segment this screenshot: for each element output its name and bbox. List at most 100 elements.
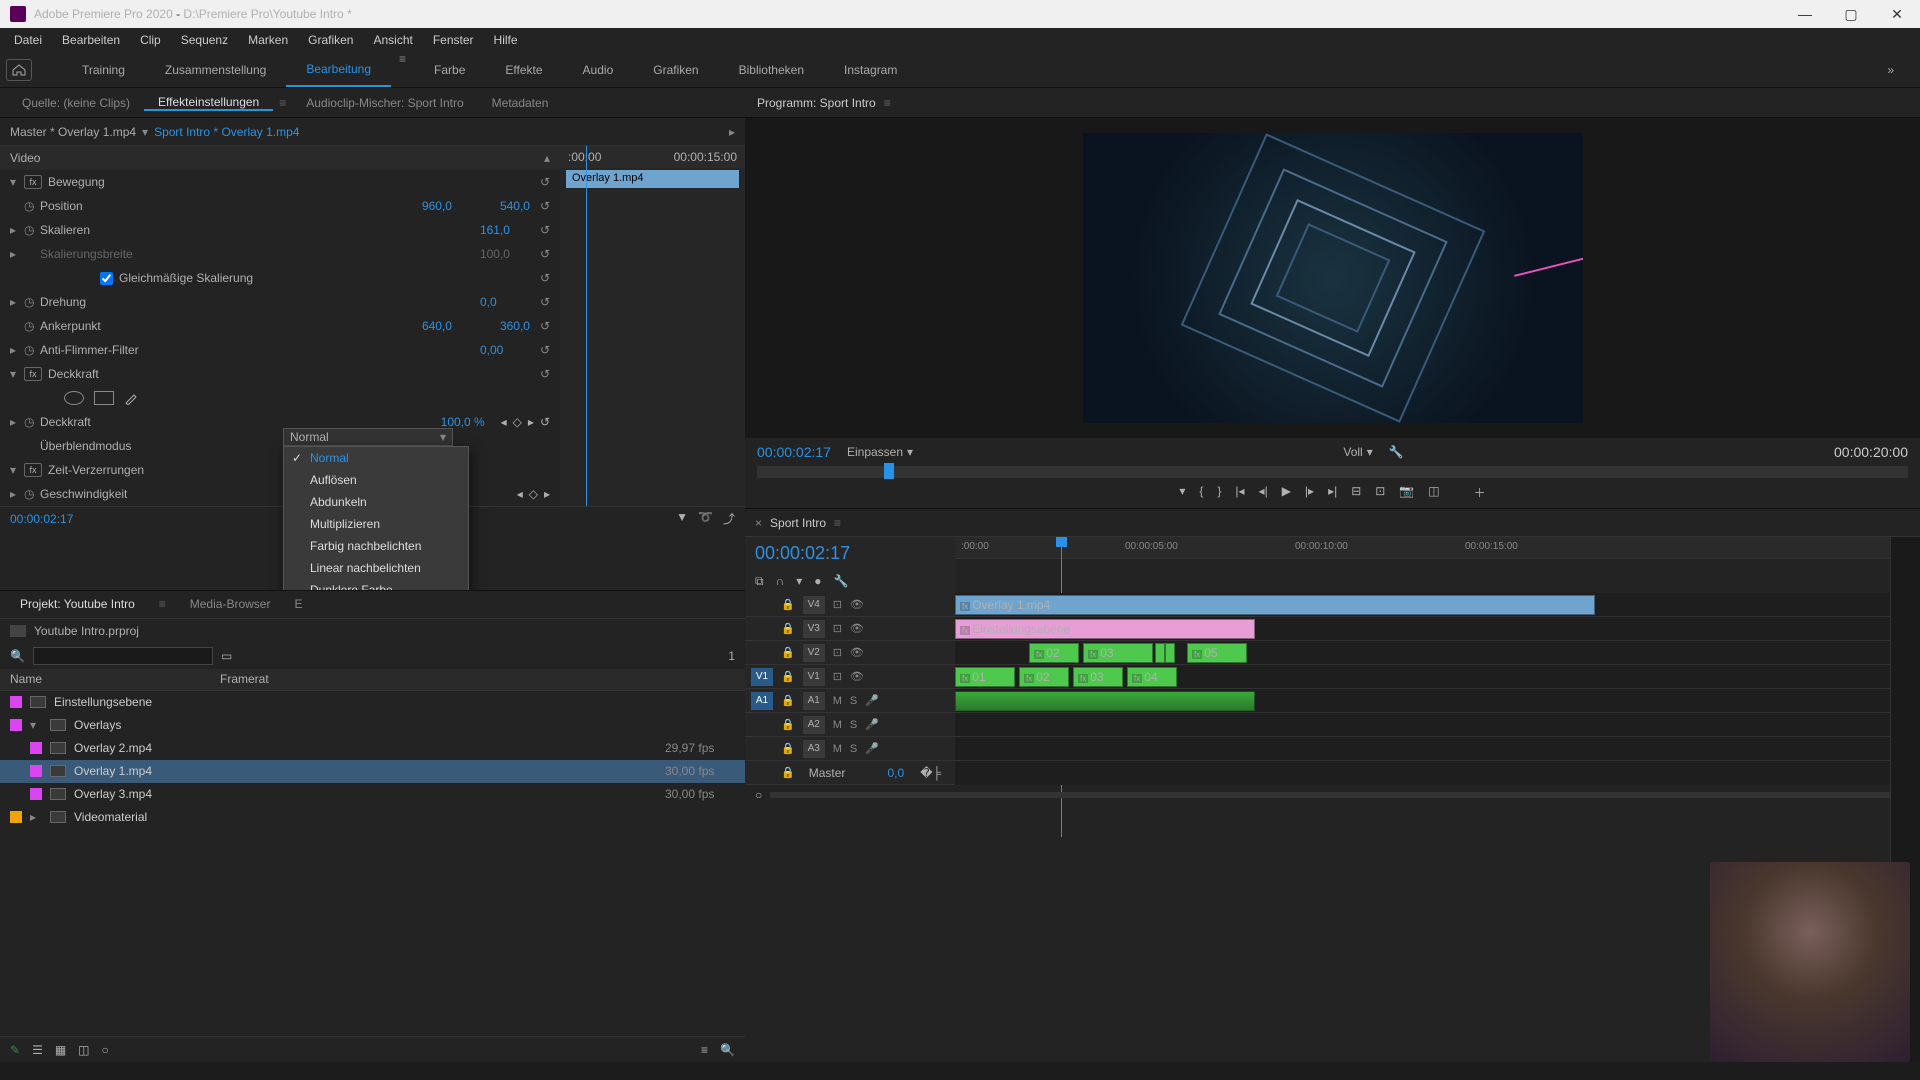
timeline-clip[interactable]: fx01: [955, 667, 1015, 687]
track-V3[interactable]: fxEinstellungsebene: [955, 617, 1920, 641]
menu-bearbeiten[interactable]: Bearbeiten: [52, 33, 130, 47]
timeline-clip[interactable]: fxEinstellungsebene: [955, 619, 1255, 639]
program-playhead[interactable]: [884, 463, 894, 479]
project-item[interactable]: ▾Overlays: [0, 714, 745, 737]
settings-icon[interactable]: ●: [814, 574, 821, 589]
lock-icon[interactable]: 🔒: [781, 694, 795, 707]
ellipse-mask-button[interactable]: [64, 391, 84, 405]
timeline-zoom-slider[interactable]: [770, 792, 1895, 798]
workspace-tab-bearbeitung[interactable]: Bearbeitung: [286, 52, 391, 87]
blend-mode-dropdown[interactable]: NormalAuflösenAbdunkelnMultiplizierenFar…: [283, 446, 469, 590]
snap-icon[interactable]: ⧉: [755, 574, 764, 589]
timeline-clip[interactable]: [1155, 643, 1165, 663]
project-search-input[interactable]: [33, 647, 213, 665]
filter-icon[interactable]: ▼: [676, 510, 688, 527]
project-item[interactable]: Einstellungsebene: [0, 691, 745, 714]
timeline-timecode[interactable]: 00:00:02:17: [745, 537, 955, 570]
master-clip-label[interactable]: Master * Overlay 1.mp4: [10, 125, 136, 139]
voice-over-icon[interactable]: 🎤: [865, 694, 879, 707]
next-keyframe-icon[interactable]: ▸: [528, 415, 534, 429]
blend-option[interactable]: Dunklere Farbe: [284, 579, 468, 590]
project-tab[interactable]: E: [282, 597, 314, 611]
sort-icon[interactable]: ≡: [701, 1043, 708, 1057]
comparison-view-button[interactable]: ◫: [1428, 484, 1439, 501]
source-patch[interactable]: A1: [751, 692, 773, 710]
workspace-tab-effekte[interactable]: Effekte: [485, 52, 562, 87]
step-forward-button[interactable]: |▸: [1305, 484, 1314, 501]
workspace-tab-bibliotheken[interactable]: Bibliotheken: [719, 52, 824, 87]
stopwatch-icon[interactable]: ◷: [24, 295, 40, 309]
timeline-ruler[interactable]: :00:0000:00:05:0000:00:10:0000:00:15:00: [955, 537, 1920, 559]
track-A1[interactable]: [955, 689, 1920, 713]
wrench-icon[interactable]: 🔧: [833, 574, 848, 589]
track-V2[interactable]: fx02fx03fx05: [955, 641, 1920, 665]
source-patch[interactable]: V1: [751, 668, 773, 686]
workspace-overflow-button[interactable]: »: [1867, 63, 1914, 77]
workspace-tab-grafiken[interactable]: Grafiken: [633, 52, 718, 87]
icon-view-icon[interactable]: ▦: [55, 1043, 66, 1057]
add-marker-button[interactable]: ▾: [1179, 484, 1185, 501]
solo-button[interactable]: S: [850, 743, 857, 755]
solo-button[interactable]: S: [850, 695, 857, 707]
master-value[interactable]: 0,0: [888, 766, 905, 780]
lock-icon[interactable]: 🔒: [781, 598, 795, 611]
menu-datei[interactable]: Datei: [4, 33, 52, 47]
lift-button[interactable]: ⊟: [1351, 484, 1361, 501]
timeline-clip[interactable]: [955, 691, 1255, 711]
go-to-in-button[interactable]: |◂: [1235, 484, 1244, 501]
project-tab[interactable]: Media-Browser: [178, 597, 283, 611]
reset-icon[interactable]: ↺: [540, 223, 550, 237]
efc-clip-bar[interactable]: Overlay 1.mp4: [566, 170, 739, 188]
find-icon[interactable]: 🔍: [720, 1043, 735, 1057]
panel-menu-icon[interactable]: ≡: [826, 516, 849, 530]
track-header-V3[interactable]: 🔒V3⊡👁: [745, 617, 955, 641]
freeform-view-icon[interactable]: ◫: [78, 1043, 89, 1057]
sync-lock-icon[interactable]: ⊡: [833, 646, 842, 659]
export-frame-button[interactable]: 📷: [1399, 484, 1414, 501]
track-target[interactable]: V3: [803, 620, 825, 638]
workspace-tab-instagram[interactable]: Instagram: [824, 52, 917, 87]
uniform-scale-checkbox[interactable]: [100, 272, 113, 285]
quality-dropdown[interactable]: Voll ▾: [1343, 445, 1372, 459]
program-monitor-tab[interactable]: Programm: Sport Intro ≡: [745, 88, 1920, 118]
blend-mode-select[interactable]: Normal ▾: [283, 428, 453, 446]
prev-keyframe-icon[interactable]: ◂: [501, 415, 507, 429]
voice-over-icon[interactable]: 🎤: [865, 742, 879, 755]
linked-selection-icon[interactable]: ∩: [776, 574, 785, 589]
list-view-icon[interactable]: ☰: [32, 1043, 43, 1057]
lock-icon[interactable]: 🔒: [781, 670, 795, 683]
toggle-track-output-icon[interactable]: 👁: [850, 598, 864, 611]
lock-icon[interactable]: 🔒: [781, 766, 795, 779]
timeline-clip[interactable]: fx05: [1187, 643, 1247, 663]
track-header-V1[interactable]: V1🔒V1⊡👁: [745, 665, 955, 689]
project-item[interactable]: Overlay 3.mp430,00 fps: [0, 783, 745, 806]
track-V1[interactable]: fx01fx02fx03fx04: [955, 665, 1920, 689]
track-A2[interactable]: [955, 713, 1920, 737]
expand-icon[interactable]: �╞: [912, 766, 949, 780]
step-back-button[interactable]: ◂|: [1259, 484, 1268, 501]
extract-button[interactable]: ⊡: [1375, 484, 1385, 501]
timeline-tabs[interactable]: × Sport Intro ≡: [745, 509, 1920, 537]
track-header-A1[interactable]: A1🔒A1MS🎤: [745, 689, 955, 713]
stopwatch-icon[interactable]: ◷: [24, 319, 40, 333]
program-monitor-view[interactable]: [745, 118, 1920, 438]
go-to-out-button[interactable]: ▸|: [1328, 484, 1337, 501]
toggle-track-output-icon[interactable]: 👁: [850, 646, 864, 659]
rotation-value[interactable]: 0,0: [480, 295, 540, 309]
program-scrubber[interactable]: [757, 466, 1908, 478]
reset-icon[interactable]: ↺: [540, 367, 550, 381]
track-V4[interactable]: fxOverlay 1.mp4: [955, 593, 1920, 617]
zoom-out-icon[interactable]: ○: [755, 788, 762, 802]
panel-menu-icon[interactable]: ≡: [876, 96, 899, 110]
lock-icon[interactable]: 🔒: [781, 742, 795, 755]
pen-mask-button[interactable]: [124, 391, 144, 405]
reset-icon[interactable]: ↺: [540, 343, 550, 357]
panel-menu-icon[interactable]: ≡: [273, 96, 292, 110]
efc-timecode[interactable]: 00:00:02:17: [10, 512, 73, 526]
export-icon[interactable]: ⤴: [723, 510, 735, 527]
menu-grafiken[interactable]: Grafiken: [298, 33, 363, 47]
stopwatch-icon[interactable]: ◷: [24, 199, 40, 213]
add-keyframe-icon[interactable]: ◇: [513, 415, 522, 429]
time-remap-header[interactable]: ▾fx Zeit-Verzerrungen: [0, 458, 560, 482]
track-header-V2[interactable]: 🔒V2⊡👁: [745, 641, 955, 665]
